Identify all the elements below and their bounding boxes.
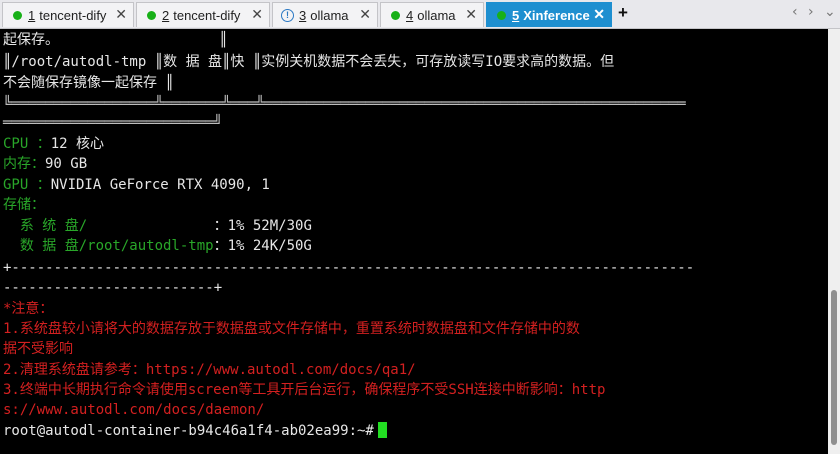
tab-bar: 1 tencent-dify ✕ 2 tencent-dify ✕ ! 3 ol…: [0, 0, 840, 29]
prompt-text: root@autodl-container-b94c46a1f4-ab02ea9…: [3, 423, 374, 439]
note-title: *注意：: [3, 301, 54, 317]
table-line: 起保存。 ║: [3, 32, 228, 48]
note-line: 1.系统盘较小请将大的数据存放于数据盘或文件存储中，重置系统时数据盘和文件存储中…: [3, 321, 580, 337]
system-disk-value: 1% 52M/30G: [227, 218, 312, 234]
system-disk-info: 系 统 盘/ ：1% 52M/30G: [3, 216, 312, 236]
table-border: ═════════════════════════╝: [3, 115, 223, 131]
scrollbar[interactable]: [828, 29, 840, 454]
gpu-value: NVIDIA GeForce RTX 4090, 1: [50, 177, 270, 193]
tab-4[interactable]: 4 ollama ✕: [380, 2, 484, 27]
tab-number: 5: [512, 7, 520, 23]
system-disk-label: 系 统 盘/: [3, 218, 88, 234]
tab-label: ollama: [310, 7, 349, 23]
close-icon[interactable]: ✕: [593, 6, 605, 23]
new-tab-button[interactable]: +: [618, 3, 628, 23]
tab-number: 1: [28, 7, 36, 23]
cursor: [377, 422, 387, 438]
terminal-output[interactable]: 起保存。 ║ ║/root/autodl-tmp ║数 据 盘║快 ║实例关机数…: [0, 29, 828, 454]
data-disk-value: 1% 24K/50G: [227, 238, 312, 254]
memory-label: 内存：: [3, 156, 45, 172]
table-border: ╚═════════════════╩═══════╩═══╩═════════…: [3, 96, 686, 112]
data-disk-info: 数 据 盘/root/autodl-tmp：1% 24K/50G: [3, 236, 312, 256]
command-prompt[interactable]: root@autodl-container-b94c46a1f4-ab02ea9…: [3, 421, 387, 441]
close-icon[interactable]: ✕: [465, 6, 477, 23]
connected-status-icon: [497, 10, 506, 20]
tab-5[interactable]: 5 Xinference ✕: [486, 2, 612, 27]
chevron-down-icon[interactable]: ⌄: [824, 4, 836, 20]
table-line: 不会随保存镜像一起保存 ║: [3, 75, 174, 91]
tab-2[interactable]: 2 tencent-dify ✕: [136, 2, 270, 27]
connected-status-icon: [391, 10, 400, 20]
tab-number: 2: [162, 7, 170, 23]
memory-info: 内存：90 GB: [3, 154, 87, 174]
cpu-value: 12 核心: [50, 136, 105, 152]
tab-label: ollama: [417, 7, 456, 23]
connected-status-icon: [147, 10, 156, 20]
tab-label: tencent-dify: [173, 7, 241, 23]
note-line: 3.终端中长期执行命令请使用screen等工具开后台运行，确保程序不受SSH连接…: [3, 382, 606, 398]
storage-label: 存储：: [3, 197, 45, 213]
tab-1[interactable]: 1 tencent-dify ✕: [2, 2, 134, 27]
divider-rule: +---------------------------------------…: [3, 260, 695, 276]
divider-rule: -------------------------+: [3, 280, 223, 296]
tab-label: tencent-dify: [39, 7, 107, 23]
note-line: s://www.autodl.com/docs/daemon/: [3, 402, 265, 418]
tab-3[interactable]: ! 3 ollama ✕: [272, 2, 378, 27]
tab-number: 3: [299, 7, 307, 23]
table-line: ║/root/autodl-tmp ║数 据 盘║快 ║实例关机数据不会丢失，可…: [3, 54, 615, 70]
scrollbar-thumb[interactable]: [831, 290, 837, 445]
chevron-right-icon[interactable]: ›: [808, 4, 814, 20]
close-icon[interactable]: ✕: [359, 6, 371, 23]
close-icon[interactable]: ✕: [251, 6, 263, 23]
separator: ：: [87, 218, 228, 234]
warning-status-icon: !: [281, 8, 294, 22]
tab-number: 4: [406, 7, 414, 23]
gpu-label: GPU ：: [3, 177, 51, 193]
gpu-info: GPU ：NVIDIA GeForce RTX 4090, 1: [3, 175, 270, 195]
chevron-left-icon[interactable]: ‹: [792, 4, 798, 20]
close-icon[interactable]: ✕: [115, 6, 127, 23]
cpu-label: CPU ：: [3, 136, 51, 152]
cpu-info: CPU ：12 核心: [3, 134, 104, 154]
separator: ：: [213, 238, 228, 254]
note-line: 据不受影响: [3, 341, 73, 357]
tab-label: Xinference: [523, 7, 590, 23]
connected-status-icon: [13, 10, 22, 20]
memory-value: 90 GB: [45, 156, 88, 172]
data-disk-label: 数 据 盘/root/autodl-tmp: [3, 238, 214, 254]
note-line: 2.清理系统盘请参考：https://www.autodl.com/docs/q…: [3, 362, 416, 378]
